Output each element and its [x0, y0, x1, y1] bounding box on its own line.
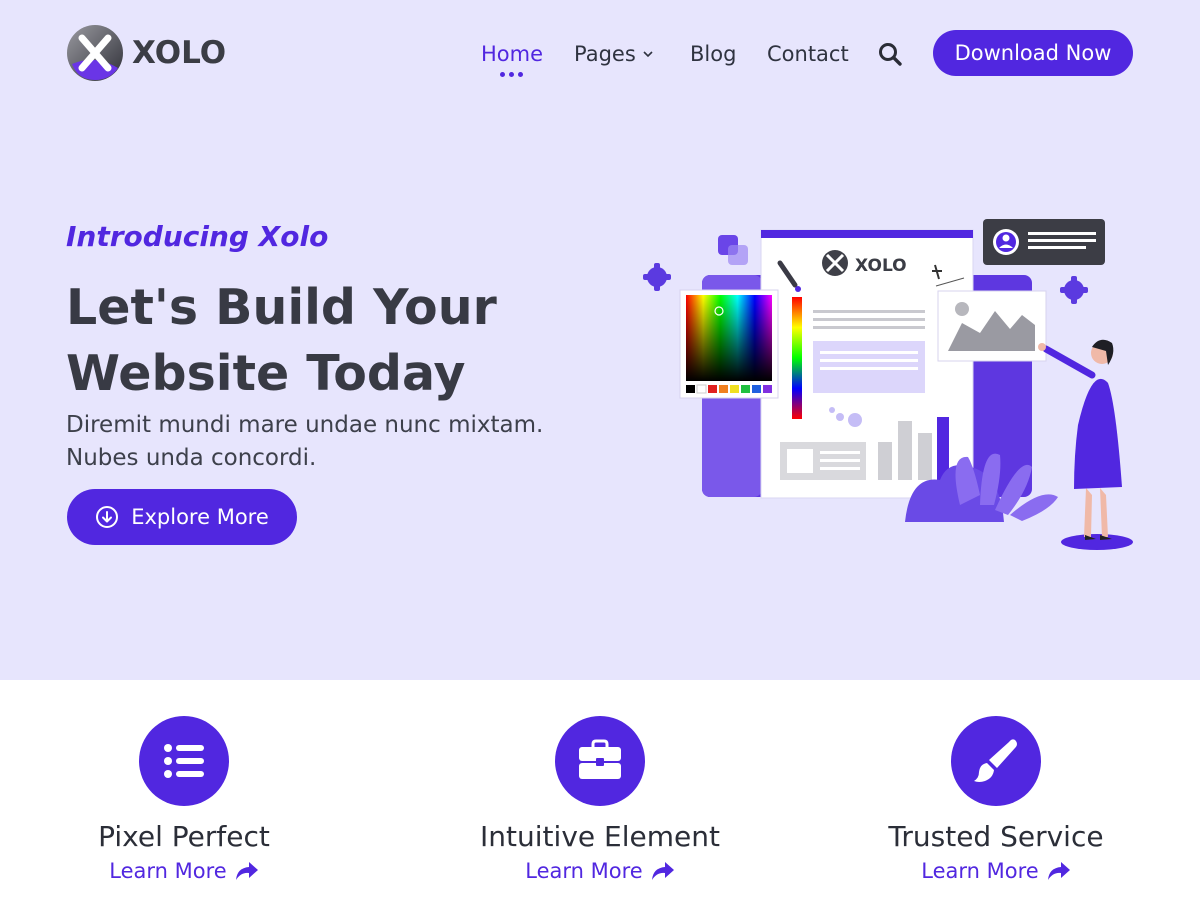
feature-pixel-perfect: Pixel Perfect Learn More	[24, 716, 344, 883]
hero-eyebrow: Introducing Xolo	[66, 220, 329, 253]
nav-item-pages-label[interactable]: Pages	[574, 42, 636, 66]
nav-item-blog[interactable]: Blog	[690, 38, 736, 70]
nav-item-contact[interactable]: Contact	[767, 38, 849, 70]
briefcase-icon	[579, 739, 621, 779]
hero-section: XOLO Home Pages Blog Contact Download No…	[0, 0, 1200, 680]
learn-more-label: Learn More	[525, 859, 643, 883]
paintbrush-icon	[974, 739, 1017, 782]
active-indicator	[500, 72, 523, 77]
feature-icon-circle	[951, 716, 1041, 806]
learn-more-label: Learn More	[109, 859, 227, 883]
illustration-logo-text: XOLO	[855, 256, 907, 276]
nav-item-pages[interactable]: Pages	[574, 38, 654, 70]
hero-headline: Let's Build Your Website Today	[66, 279, 497, 402]
nav-item-home[interactable]: Home	[481, 38, 543, 70]
learn-more-label: Learn More	[921, 859, 1039, 883]
arrow-circle-down-icon	[96, 506, 119, 528]
share-arrow-icon	[235, 862, 258, 880]
search-icon[interactable]	[877, 41, 903, 67]
gear-icon	[643, 263, 671, 291]
gear-icon	[1060, 276, 1088, 304]
list-icon	[164, 744, 204, 778]
logo-text: XOLO	[132, 35, 227, 71]
nav-item-home-label[interactable]: Home	[481, 42, 543, 66]
share-arrow-icon	[1047, 862, 1070, 880]
hero-illustration: XOLO	[643, 219, 1133, 550]
feature-title: Trusted Service	[888, 820, 1104, 853]
feature-title: Pixel Perfect	[98, 820, 270, 853]
chevron-down-icon	[643, 51, 653, 58]
feature-trusted-service: Trusted Service Learn More	[836, 716, 1156, 883]
nav-item-blog-label[interactable]: Blog	[690, 42, 736, 66]
learn-more-link[interactable]: Learn More	[525, 859, 674, 883]
explore-more-label: Explore More	[131, 505, 269, 529]
hero-subtext: Diremit mundi mare undae nunc mixtam. Nu…	[66, 412, 544, 471]
learn-more-link[interactable]: Learn More	[109, 859, 258, 883]
feature-title: Intuitive Element	[480, 820, 720, 853]
nav-item-contact-label[interactable]: Contact	[767, 42, 849, 66]
feature-intuitive-element: Intuitive Element Learn More	[440, 716, 760, 883]
site-logo[interactable]: XOLO	[66, 24, 226, 82]
download-now-button[interactable]: Download Now	[933, 30, 1133, 76]
xolo-logo-icon	[67, 25, 123, 81]
feature-icon-circle	[555, 716, 645, 806]
feature-icon-circle	[139, 716, 229, 806]
learn-more-link[interactable]: Learn More	[921, 859, 1070, 883]
explore-more-button[interactable]: Explore More	[67, 489, 297, 545]
share-arrow-icon	[651, 862, 674, 880]
